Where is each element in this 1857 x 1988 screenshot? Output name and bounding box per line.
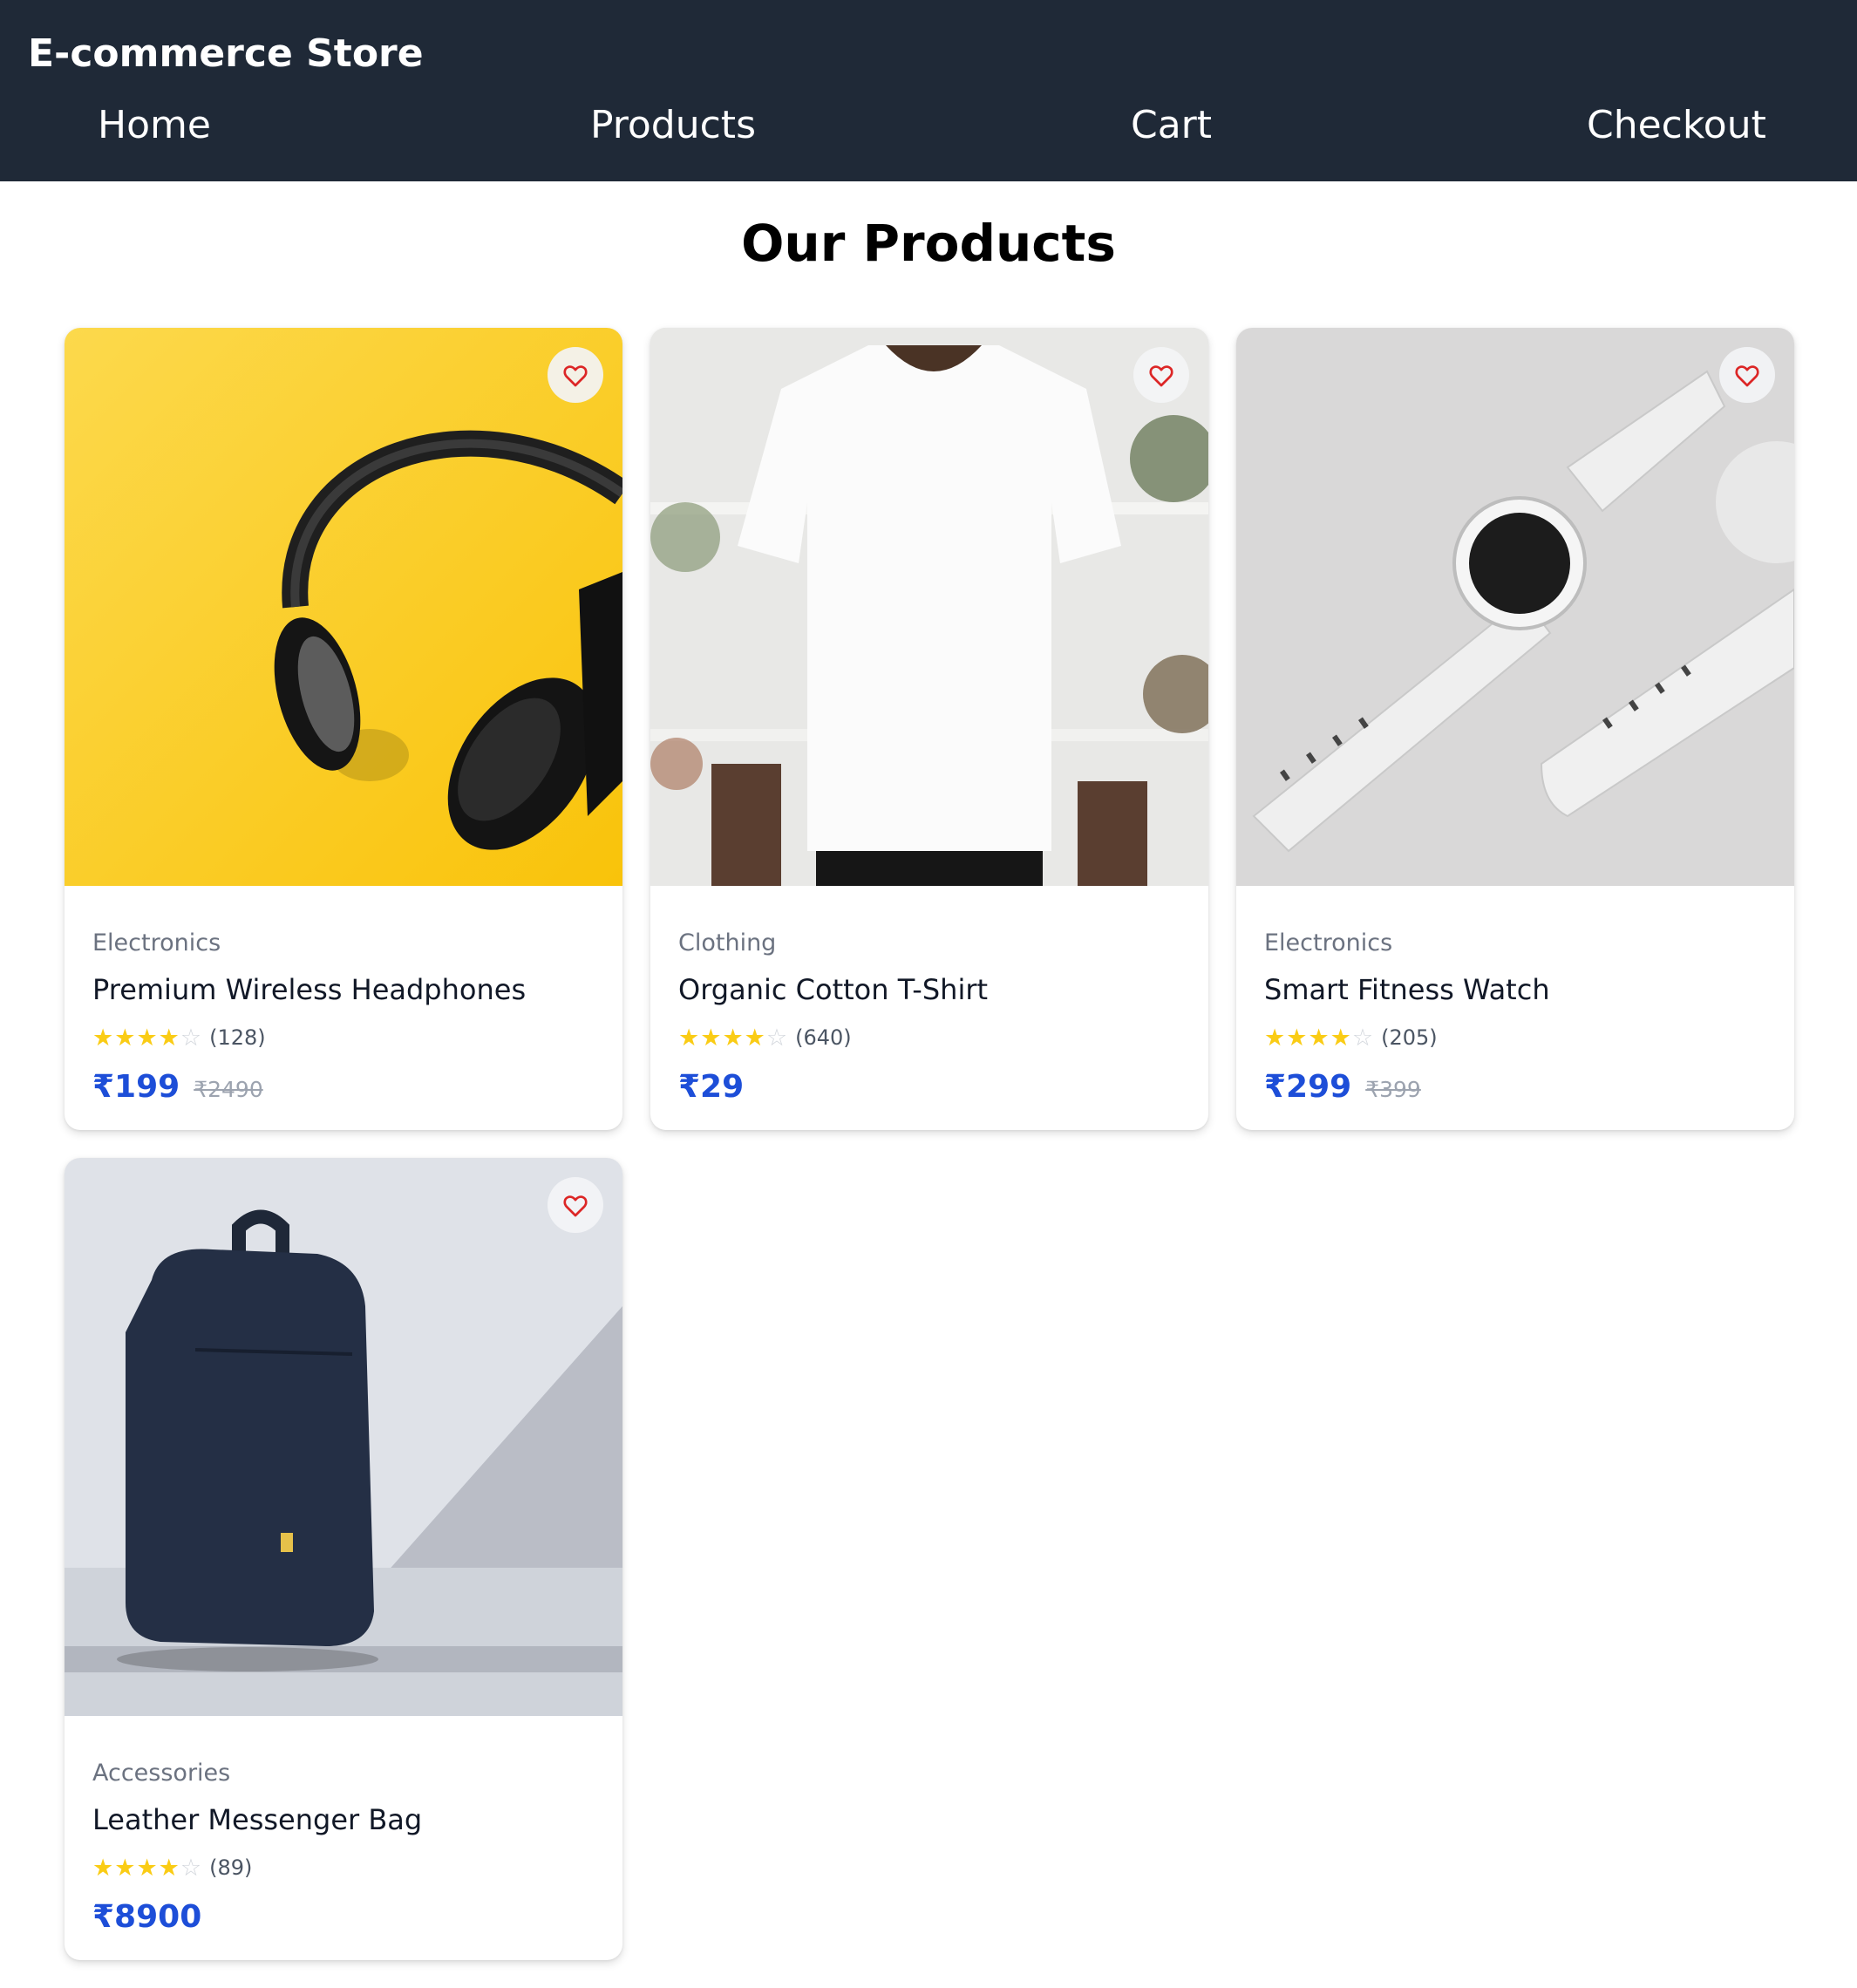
star-icon: ☆ — [180, 1024, 202, 1052]
star-icon: ☆ — [180, 1854, 202, 1882]
price-row: ₹299 ₹399 — [1264, 1069, 1421, 1105]
watch-image[interactable] — [1236, 328, 1794, 886]
product-price: ₹299 — [1264, 1069, 1352, 1105]
product-card[interactable]: Electronics Premium Wireless Headphones … — [65, 328, 622, 1130]
star-icon: ★ — [114, 1024, 136, 1052]
star-icon: ★ — [114, 1854, 136, 1882]
product-card[interactable]: Clothing Organic Cotton T-Shirt ★ ★ ★ ★ ☆ (6… — [650, 328, 1208, 1130]
review-count: (128) — [209, 1025, 266, 1050]
product-card[interactable]: Accessories Leather Messenger Bag ★ ★ ★ ★ ☆ … — [65, 1158, 622, 1960]
product-card[interactable]: Electronics Smart Fitness Watch ★ ★ ★ ★ ☆ (2… — [1236, 328, 1794, 1130]
star-rating: ★ ★ ★ ★ ☆ — [92, 1026, 202, 1050]
heart-icon — [1735, 365, 1759, 387]
favorite-button[interactable] — [1133, 347, 1189, 403]
product-category: Electronics — [92, 929, 221, 957]
star-icon: ☆ — [1351, 1024, 1374, 1052]
product-rating: ★ ★ ★ ★ ☆ (128) — [92, 1025, 266, 1050]
favorite-button[interactable] — [1719, 347, 1775, 403]
product-price: ₹29 — [678, 1069, 745, 1105]
review-count: (640) — [795, 1025, 852, 1050]
star-icon: ★ — [722, 1024, 744, 1052]
nav-home[interactable]: Home — [98, 103, 211, 147]
product-category: Clothing — [678, 929, 777, 957]
star-icon: ★ — [700, 1024, 722, 1052]
backpack-image[interactable] — [65, 1158, 622, 1716]
product-name[interactable]: Leather Messenger Bag — [92, 1803, 422, 1836]
star-icon: ★ — [92, 1854, 114, 1882]
review-count: (205) — [1381, 1025, 1438, 1050]
star-icon: ★ — [1286, 1024, 1308, 1052]
product-rating: ★ ★ ★ ★ ☆ (89) — [92, 1855, 252, 1880]
page-title: Our Products — [741, 214, 1116, 273]
original-price: ₹2490 — [194, 1077, 263, 1102]
star-icon: ★ — [92, 1024, 114, 1052]
product-price: ₹199 — [92, 1069, 180, 1105]
heart-icon — [563, 365, 588, 387]
review-count: (89) — [209, 1855, 253, 1880]
product-category: Accessories — [92, 1760, 231, 1787]
star-icon: ★ — [1308, 1024, 1330, 1052]
star-rating: ★ ★ ★ ★ ☆ — [678, 1026, 788, 1050]
product-name[interactable]: Premium Wireless Headphones — [92, 973, 526, 1006]
tshirt-image[interactable] — [650, 328, 1208, 886]
star-icon: ★ — [158, 1854, 180, 1882]
star-rating: ★ ★ ★ ★ ☆ — [92, 1856, 202, 1880]
heart-icon — [1149, 365, 1173, 387]
favorite-button[interactable] — [548, 1177, 603, 1233]
headphones-image[interactable] — [65, 328, 622, 886]
product-price: ₹8900 — [92, 1899, 202, 1935]
nav-checkout[interactable]: Checkout — [1587, 103, 1766, 147]
star-icon: ★ — [1330, 1024, 1351, 1052]
product-name[interactable]: Organic Cotton T-Shirt — [678, 973, 988, 1006]
original-price: ₹399 — [1365, 1077, 1421, 1102]
product-name[interactable]: Smart Fitness Watch — [1264, 973, 1550, 1006]
product-category: Electronics — [1264, 929, 1393, 957]
store-brand[interactable]: E-commerce Store — [28, 31, 424, 76]
star-icon: ★ — [1264, 1024, 1286, 1052]
price-row: ₹29 — [678, 1069, 758, 1105]
star-icon: ☆ — [765, 1024, 788, 1052]
star-icon: ★ — [136, 1024, 158, 1052]
price-row: ₹199 ₹2490 — [92, 1069, 263, 1105]
favorite-button[interactable] — [548, 347, 603, 403]
star-icon: ★ — [744, 1024, 765, 1052]
product-rating: ★ ★ ★ ★ ☆ (640) — [678, 1025, 852, 1050]
star-rating: ★ ★ ★ ★ ☆ — [1264, 1026, 1374, 1050]
star-icon: ★ — [158, 1024, 180, 1052]
nav-cart[interactable]: Cart — [1131, 103, 1212, 147]
nav-products[interactable]: Products — [590, 103, 756, 147]
product-rating: ★ ★ ★ ★ ☆ (205) — [1264, 1025, 1438, 1050]
heart-icon — [563, 1195, 588, 1217]
star-icon: ★ — [678, 1024, 700, 1052]
top-navbar: E-commerce Store Home Products Cart Chec… — [0, 0, 1857, 181]
star-icon: ★ — [136, 1854, 158, 1882]
price-row: ₹8900 — [92, 1899, 215, 1935]
